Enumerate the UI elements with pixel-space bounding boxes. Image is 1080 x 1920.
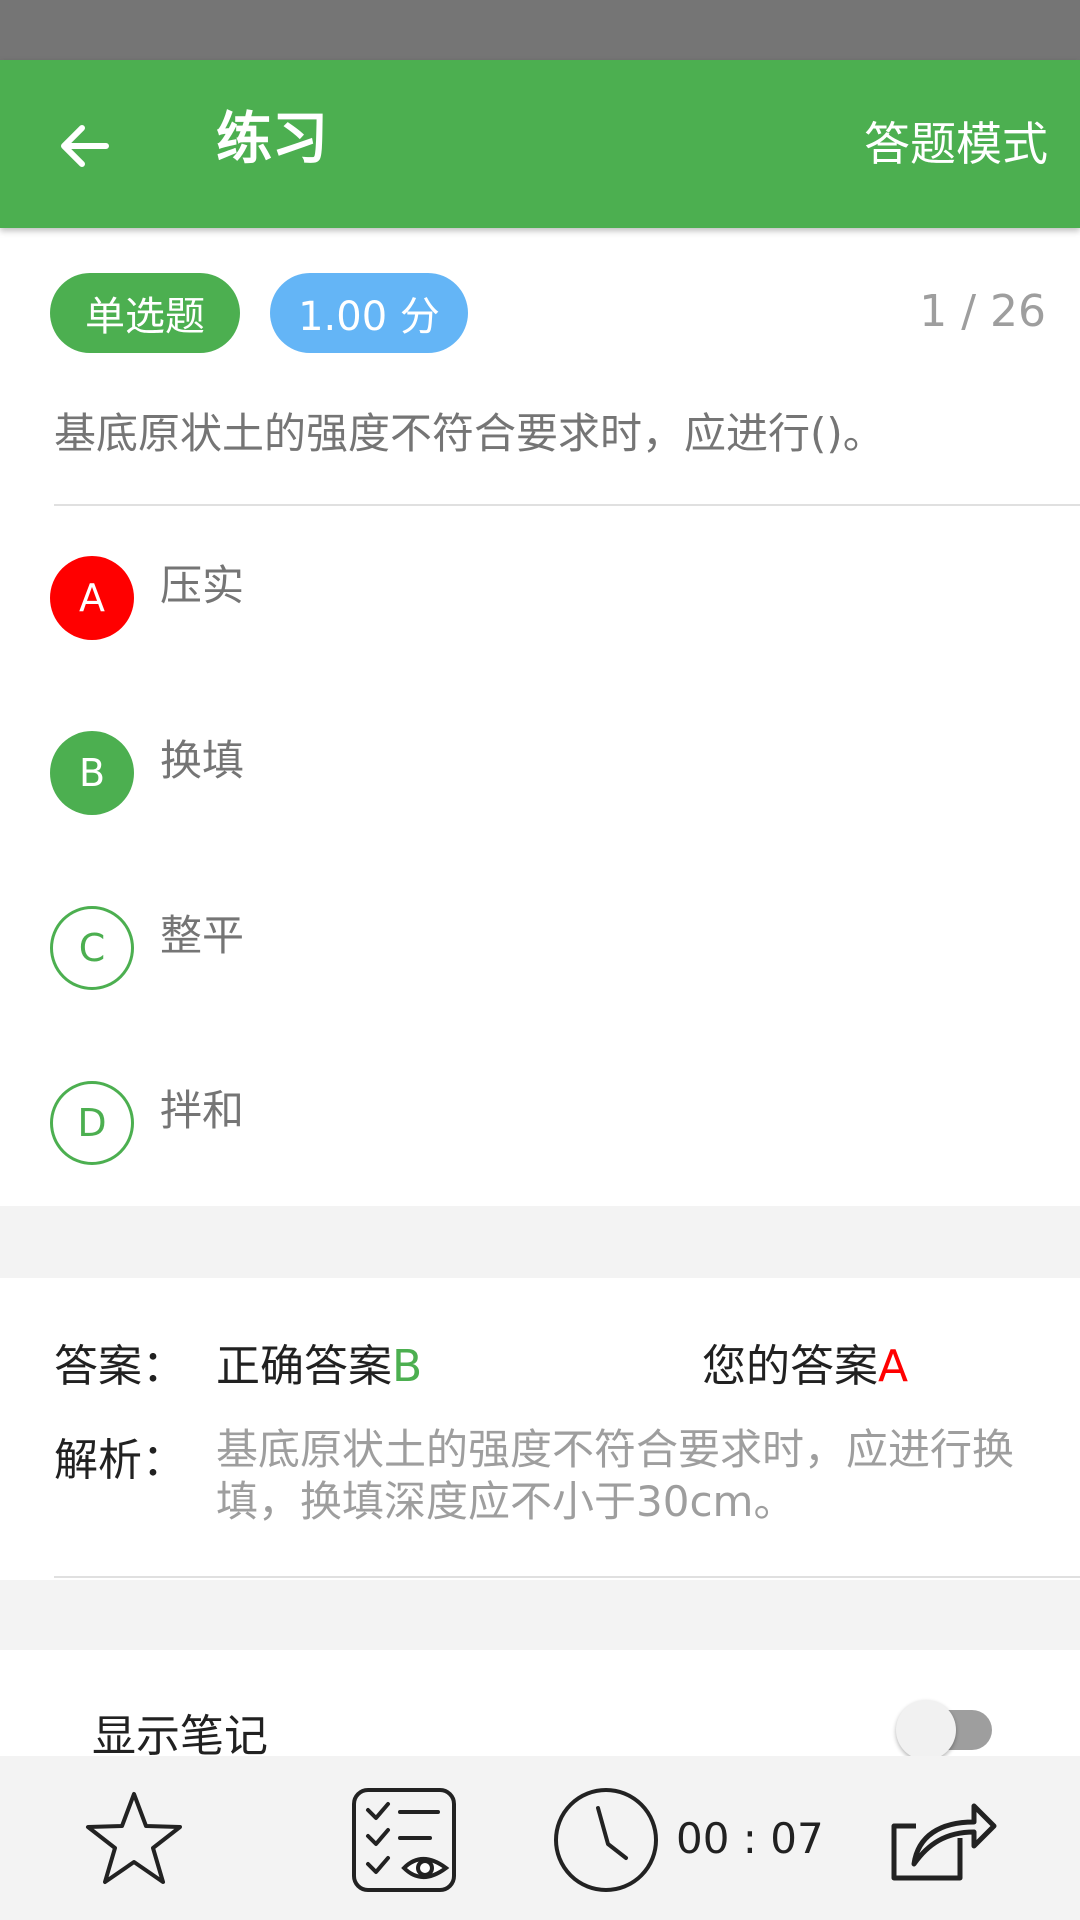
- option-a-marker: A: [50, 556, 134, 640]
- show-notes-label: 显示笔记: [92, 1711, 268, 1762]
- divider: [54, 504, 1080, 506]
- analysis-text: 基底原状土的强度不符合要求时，应进行换填，换填深度应不小于30cm。: [216, 1425, 1015, 1526]
- back-button[interactable]: [48, 110, 120, 182]
- option-c-text: 整平: [160, 911, 245, 960]
- question-progress: 1 / 26: [919, 286, 1046, 337]
- option-a[interactable]: A 压实: [50, 550, 1050, 646]
- bottom-toolbar: 00 : 07: [0, 1756, 1080, 1920]
- answer-card: 答案： 正确答案B 您的答案A 解析： 基底原状土的强度不符合要求时，应进行换填…: [0, 1278, 1080, 1580]
- correct-answer-letter: B: [392, 1341, 423, 1392]
- page-title: 练习: [216, 107, 328, 172]
- answer-sheet-icon: [352, 1788, 456, 1892]
- favorite-button[interactable]: [80, 1786, 188, 1894]
- your-answer: 您的答案A: [702, 1330, 908, 1394]
- show-notes-toggle-thumb[interactable]: [896, 1700, 956, 1760]
- correct-answer-prefix: 正确答案: [216, 1341, 392, 1392]
- timer-button[interactable]: [552, 1786, 660, 1894]
- option-b-text: 换填: [160, 736, 245, 785]
- option-b[interactable]: B 换填: [50, 725, 1050, 821]
- your-answer-prefix: 您的答案: [702, 1341, 878, 1392]
- correct-answer: 正确答案B: [216, 1330, 422, 1394]
- answer-sheet-button[interactable]: [350, 1786, 458, 1894]
- answer-label: 答案：: [54, 1341, 186, 1392]
- share-icon: [891, 1803, 997, 1881]
- mode-toggle-button[interactable]: 答题模式: [864, 112, 1048, 176]
- option-b-marker: B: [50, 731, 134, 815]
- clock-icon: [554, 1788, 658, 1892]
- question-card: 单选题 1.00 分 1 / 26 基底原状土的强度不符合要求时，应进行()。 …: [0, 228, 1080, 1206]
- arrow-left-icon: [61, 125, 109, 167]
- divider: [54, 1576, 1080, 1578]
- app-bar: 练习 答题模式: [0, 60, 1080, 228]
- option-a-text: 压实: [160, 561, 245, 610]
- notes-row: 显示笔记: [0, 1650, 1080, 1762]
- option-d[interactable]: D 拌和: [50, 1075, 1050, 1171]
- option-d-marker: D: [50, 1081, 134, 1165]
- share-button[interactable]: [890, 1786, 998, 1894]
- analysis-label: 解析：: [54, 1435, 186, 1486]
- status-bar: [0, 0, 1080, 60]
- question-text: 基底原状土的强度不符合要求时，应进行()。: [54, 409, 885, 458]
- question-score-badge: 1.00 分: [270, 273, 468, 353]
- your-answer-letter: A: [878, 1341, 909, 1392]
- option-c[interactable]: C 整平: [50, 900, 1050, 996]
- star-icon: [86, 1792, 182, 1884]
- question-type-badge: 单选题: [50, 273, 240, 353]
- option-c-marker: C: [50, 906, 134, 990]
- timer-readout: 00 : 07: [676, 1814, 824, 1863]
- option-d-text: 拌和: [160, 1086, 245, 1135]
